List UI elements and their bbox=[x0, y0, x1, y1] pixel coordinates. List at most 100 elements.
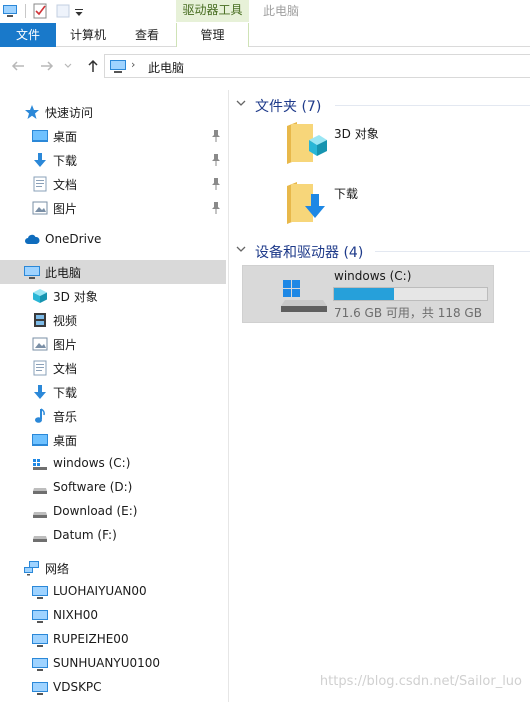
computer-icon bbox=[32, 656, 48, 672]
window-title: 此电脑 bbox=[263, 4, 300, 18]
video-icon bbox=[32, 312, 48, 328]
nav-this-pc[interactable]: 此电脑 bbox=[0, 260, 226, 284]
up-arrow-icon[interactable] bbox=[85, 58, 101, 74]
nav-item-label: VDSKPC bbox=[53, 680, 102, 694]
group-divider-line bbox=[375, 251, 530, 252]
folder-label: 3D 对象 bbox=[334, 127, 379, 141]
new-folder-icon[interactable] bbox=[55, 3, 71, 19]
windows-drive-icon bbox=[281, 278, 329, 314]
drive-tile-c[interactable]: windows (C:) 71.6 GB 可用，共 118 GB bbox=[242, 265, 494, 323]
folders-group-header[interactable]: 文件夹 (7) bbox=[235, 94, 530, 116]
desktop-icon bbox=[32, 128, 48, 144]
picture-icon bbox=[32, 336, 48, 352]
folder-tile-downloads[interactable]: 下载 bbox=[285, 180, 465, 232]
pin-icon[interactable] bbox=[210, 153, 222, 167]
nav-item-drive-c[interactable]: windows (C:) bbox=[0, 452, 226, 476]
nav-quick-access-label: 快速访问 bbox=[45, 106, 94, 120]
nav-item-documents[interactable]: 文档 bbox=[0, 356, 226, 380]
nav-item-label: Download (E:) bbox=[53, 504, 138, 518]
nav-network-label: 网络 bbox=[45, 562, 70, 576]
tab-manage[interactable]: 管理 bbox=[176, 23, 249, 47]
breadcrumb-chevron-icon[interactable]: › bbox=[131, 58, 135, 71]
address-bar[interactable]: › 此电脑 bbox=[104, 54, 530, 78]
nav-item-network-pc[interactable]: LUOHAIYUAN00 bbox=[0, 580, 226, 604]
computer-icon bbox=[32, 680, 48, 696]
drive-usage-bar-fill bbox=[334, 288, 395, 300]
nav-item-label: 视频 bbox=[53, 314, 78, 328]
nav-item-desktop[interactable]: 桌面 bbox=[0, 428, 226, 452]
pin-icon[interactable] bbox=[210, 129, 222, 143]
nav-item-label: 下载 bbox=[53, 154, 78, 168]
cloud-icon bbox=[24, 232, 40, 248]
tab-computer[interactable]: 计算机 bbox=[57, 23, 119, 47]
nav-item-label: 3D 对象 bbox=[53, 290, 98, 304]
nav-item-label: 下载 bbox=[53, 386, 78, 400]
nav-item-drive-e[interactable]: Download (E:) bbox=[0, 500, 226, 524]
properties-icon[interactable] bbox=[32, 3, 48, 19]
chevron-down-icon[interactable] bbox=[235, 97, 247, 109]
tab-view[interactable]: 查看 bbox=[121, 23, 173, 47]
drive-icon bbox=[32, 480, 48, 496]
nav-item-drive-f[interactable]: Datum (F:) bbox=[0, 524, 226, 548]
drive-tools-context-tab[interactable]: 驱动器工具 bbox=[176, 0, 249, 22]
folder-tile-3d-objects[interactable]: 3D 对象 bbox=[285, 120, 465, 172]
nav-item-label: NIXH00 bbox=[53, 608, 99, 622]
nav-item-drive-d[interactable]: Software (D:) bbox=[0, 476, 226, 500]
quick-access-separator bbox=[25, 4, 26, 18]
recent-locations-chevron-icon[interactable] bbox=[63, 58, 73, 74]
nav-item-3d-objects[interactable]: 3D 对象 bbox=[0, 284, 226, 308]
computer-icon bbox=[24, 264, 40, 280]
star-icon bbox=[24, 104, 40, 120]
nav-item-network-pc[interactable]: RUPEIZHE00 bbox=[0, 628, 226, 652]
navigation-bar: › 此电脑 bbox=[0, 48, 530, 84]
nav-item-label: windows (C:) bbox=[53, 456, 131, 470]
nav-item-network-pc[interactable]: SUNHUANYU0100 bbox=[0, 652, 226, 676]
customize-toolbar-icon[interactable] bbox=[74, 3, 84, 19]
drives-group-header[interactable]: 设备和驱动器 (4) bbox=[235, 240, 530, 262]
folder-label: 下载 bbox=[334, 187, 359, 201]
forward-arrow-icon[interactable] bbox=[39, 58, 55, 74]
computer-icon bbox=[2, 3, 18, 19]
nav-item-music[interactable]: 音乐 bbox=[0, 404, 226, 428]
watermark: https://blog.csdn.net/Sailor_luo bbox=[319, 674, 522, 689]
nav-item-network-pc[interactable]: NIXH00 bbox=[0, 604, 226, 628]
nav-item-label: SUNHUANYU0100 bbox=[53, 656, 161, 670]
nav-item-pictures-quick[interactable]: 图片 bbox=[0, 196, 226, 220]
computer-icon bbox=[32, 584, 48, 600]
music-icon bbox=[32, 408, 48, 424]
nav-onedrive[interactable]: OneDrive bbox=[0, 228, 226, 252]
nav-item-network-pc[interactable]: VDSKPC bbox=[0, 676, 226, 700]
computer-icon bbox=[32, 608, 48, 624]
nav-item-downloads-quick[interactable]: 下载 bbox=[0, 148, 226, 172]
pin-icon[interactable] bbox=[210, 201, 222, 215]
nav-item-pictures[interactable]: 图片 bbox=[0, 332, 226, 356]
ribbon-tab-strip: 文件 计算机 查看 管理 bbox=[0, 23, 530, 47]
nav-item-label: 图片 bbox=[53, 338, 78, 352]
back-arrow-icon[interactable] bbox=[10, 58, 26, 74]
nav-item-label: 桌面 bbox=[53, 130, 78, 144]
chevron-down-icon[interactable] bbox=[235, 243, 247, 255]
drive-free-space: 71.6 GB 可用，共 118 GB bbox=[334, 306, 482, 320]
tab-file[interactable]: 文件 bbox=[0, 23, 56, 47]
navigation-pane: 快速访问 桌面 下载 文档 图片 OneDrive 此电脑 3D 对象 视频 图… bbox=[0, 90, 228, 702]
pin-icon[interactable] bbox=[210, 177, 222, 191]
nav-item-documents-quick[interactable]: 文档 bbox=[0, 172, 226, 196]
breadcrumb[interactable]: 此电脑 bbox=[148, 59, 184, 76]
picture-icon bbox=[32, 200, 48, 216]
group-title: 文件夹 (7) bbox=[255, 99, 322, 115]
nav-item-label: LUOHAIYUAN00 bbox=[53, 584, 147, 598]
network-icon bbox=[24, 560, 40, 576]
document-icon bbox=[32, 360, 48, 376]
nav-item-desktop-quick[interactable]: 桌面 bbox=[0, 124, 226, 148]
download-icon bbox=[32, 152, 48, 168]
document-icon bbox=[32, 176, 48, 192]
nav-item-videos[interactable]: 视频 bbox=[0, 308, 226, 332]
nav-item-downloads[interactable]: 下载 bbox=[0, 380, 226, 404]
windows-drive-icon bbox=[32, 456, 48, 472]
nav-quick-access[interactable]: 快速访问 bbox=[0, 100, 226, 124]
drive-name: windows (C:) bbox=[334, 269, 412, 283]
content-area: 文件夹 (7) 3D 对象 下载 设备和驱动器 (4) windows (C:)… bbox=[229, 90, 530, 702]
nav-network[interactable]: 网络 bbox=[0, 556, 226, 580]
nav-item-label: 文档 bbox=[53, 178, 78, 192]
computer-icon bbox=[32, 632, 48, 648]
